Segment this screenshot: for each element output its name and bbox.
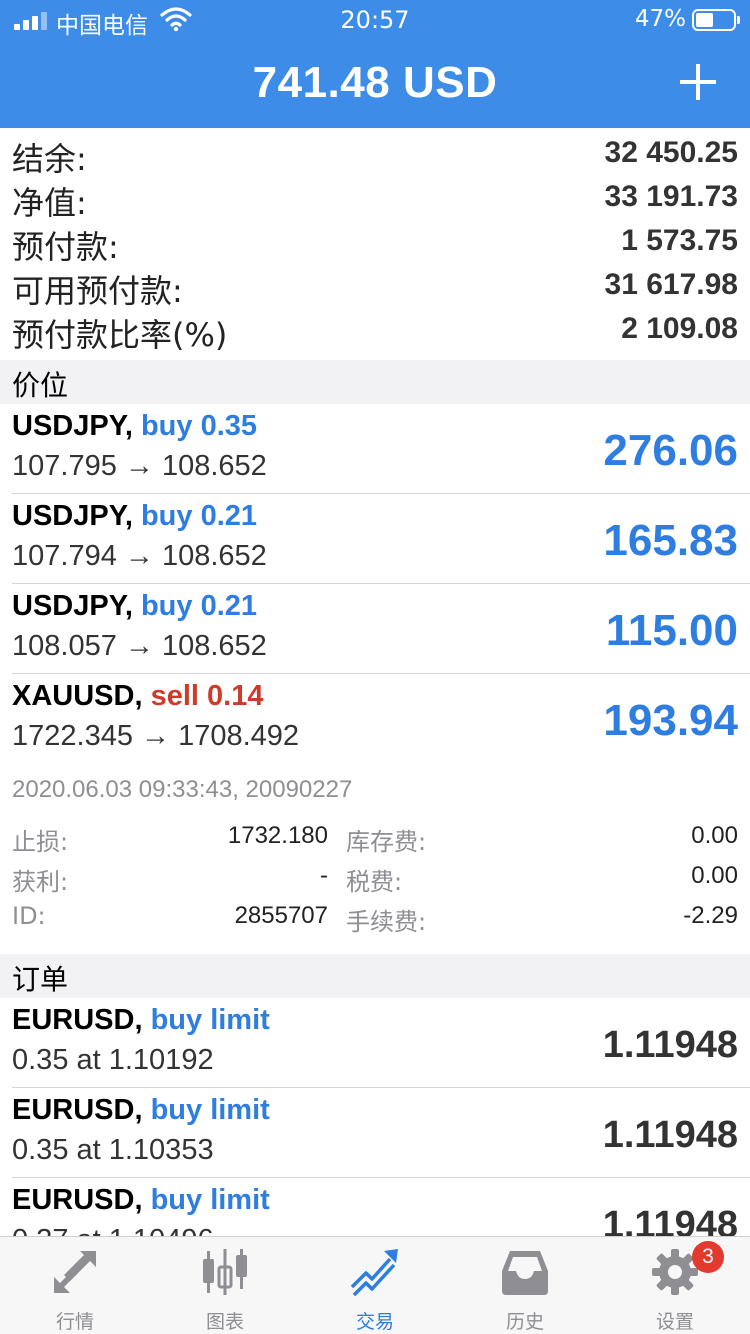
- position-profit: 276.06: [603, 426, 738, 475]
- position-side: sell 0.14: [150, 680, 264, 712]
- position-symbol: XAUUSD,: [12, 680, 143, 712]
- summary-row-free-margin: 可用预付款: 31 617.98: [0, 264, 750, 310]
- summary-label: 结余:: [12, 140, 87, 178]
- swap-label: 库存费:: [346, 828, 427, 856]
- position-row[interactable]: USDJPY, buy 0.21 107.794 → 108.652 165.8…: [0, 494, 750, 584]
- battery-icon: [692, 9, 740, 31]
- tax-value: 0.00: [691, 862, 738, 889]
- quotes-icon: [54, 1251, 96, 1293]
- top-bar: 中国电信 20:57 47% 741.48 USD: [0, 0, 750, 128]
- tab-label: 历史: [505, 1311, 544, 1333]
- summary-row-balance: 结余: 32 450.25: [0, 132, 750, 178]
- summary-label: 可用预付款:: [12, 272, 183, 310]
- battery-percent: 47%: [634, 6, 686, 32]
- position-prices: 107.794 → 108.652: [12, 540, 267, 572]
- position-row[interactable]: USDJPY, buy 0.35 107.795 → 108.652 276.0…: [0, 404, 750, 494]
- id-label: ID:: [12, 902, 46, 930]
- order-symbol: EURUSD,: [12, 1094, 143, 1126]
- position-side: buy 0.35: [140, 410, 258, 442]
- order-symbol: EURUSD,: [12, 1004, 143, 1036]
- position-side: buy 0.21: [140, 500, 258, 532]
- order-row[interactable]: EURUSD, buy limit 0.35 at 1.10353 1.1194…: [0, 1088, 750, 1178]
- status-bar: 中国电信 20:57 47%: [0, 0, 750, 40]
- tab-label: 图表: [205, 1311, 244, 1333]
- id-value: 2855707: [234, 902, 328, 929]
- order-symbol: EURUSD,: [12, 1184, 143, 1216]
- position-symbol: USDJPY,: [12, 500, 133, 532]
- tab-settings[interactable]: 3 设置: [600, 1237, 750, 1334]
- tab-quotes[interactable]: 行情: [0, 1237, 150, 1334]
- order-price: 1.11948: [602, 1114, 738, 1156]
- fee-label: 手续费:: [346, 908, 427, 936]
- position-prices: 108.057 → 108.652: [12, 630, 267, 662]
- position-profit: 165.83: [603, 516, 738, 565]
- summary-value: 1 573.75: [621, 224, 738, 257]
- tab-label: 行情: [55, 1311, 94, 1333]
- chart-icon: [203, 1249, 247, 1295]
- order-side: buy limit: [150, 1184, 270, 1216]
- notification-badge: 3: [692, 1241, 724, 1273]
- battery-level: [696, 13, 713, 27]
- summary-row-margin: 预付款: 1 573.75: [0, 220, 750, 266]
- sl-label: 止损:: [12, 828, 69, 856]
- tab-chart[interactable]: 图表: [150, 1237, 300, 1334]
- position-profit: 193.94: [603, 696, 738, 745]
- summary-label: 预付款:: [12, 228, 119, 266]
- order-price: 1.11948: [602, 1024, 738, 1066]
- section-title: 价位: [12, 369, 69, 402]
- trade-icon: [350, 1249, 398, 1297]
- summary-value: 2 109.08: [621, 312, 738, 345]
- summary-label: 预付款比率(%): [12, 316, 228, 354]
- summary-value: 32 450.25: [604, 136, 738, 169]
- sl-value: 1732.180: [227, 822, 328, 849]
- tab-bar: 行情 图表 交易 历史 3 设置: [0, 1236, 750, 1334]
- tax-label: 税费:: [346, 868, 403, 896]
- plus-icon[interactable]: [680, 64, 716, 100]
- position-symbol: USDJPY,: [12, 410, 133, 442]
- order-detail: 0.35 at 1.10192: [12, 1044, 214, 1076]
- summary-value: 33 191.73: [604, 180, 738, 213]
- summary-row-margin-level: 预付款比率(%) 2 109.08: [0, 308, 750, 354]
- order-row[interactable]: EURUSD, buy limit 0.35 at 1.10192 1.1194…: [0, 998, 750, 1088]
- section-title: 订单: [12, 963, 69, 996]
- position-side: buy 0.21: [140, 590, 258, 622]
- position-row[interactable]: USDJPY, buy 0.21 108.057 → 108.652 115.0…: [0, 584, 750, 674]
- summary-label: 净值:: [12, 184, 87, 222]
- tab-history[interactable]: 历史: [450, 1237, 600, 1334]
- summary-value: 31 617.98: [604, 268, 738, 301]
- tab-trade[interactable]: 交易: [300, 1237, 450, 1334]
- order-side: buy limit: [150, 1094, 270, 1126]
- position-symbol: USDJPY,: [12, 590, 133, 622]
- open-time-and-ticket: 2020.06.03 09:33:43, 20090227: [12, 776, 353, 803]
- order-side: buy limit: [150, 1004, 270, 1036]
- section-header-positions: 价位: [0, 360, 750, 404]
- tab-label: 交易: [355, 1311, 394, 1333]
- position-profit: 115.00: [605, 606, 738, 655]
- position-prices: 107.795 → 108.652: [12, 450, 267, 482]
- position-row-selected[interactable]: XAUUSD, sell 0.14 1722.345 → 1708.492 19…: [0, 674, 750, 764]
- position-detail: 2020.06.03 09:33:43, 20090227 止损: 1732.1…: [0, 764, 750, 952]
- tp-value: -: [320, 862, 328, 889]
- tab-label: 设置: [655, 1311, 694, 1333]
- page-title: 741.48 USD: [252, 58, 498, 107]
- history-icon: [502, 1251, 548, 1295]
- position-prices: 1722.345 → 1708.492: [12, 720, 300, 752]
- order-detail: 0.35 at 1.10353: [12, 1134, 214, 1166]
- summary-row-equity: 净值: 33 191.73: [0, 176, 750, 222]
- fee-value: -2.29: [683, 902, 738, 929]
- tp-label: 获利:: [12, 868, 69, 896]
- section-header-orders: 订单: [0, 954, 750, 998]
- swap-value: 0.00: [691, 822, 738, 849]
- account-summary: 结余: 32 450.25 净值: 33 191.73 预付款: 1 573.7…: [0, 132, 750, 354]
